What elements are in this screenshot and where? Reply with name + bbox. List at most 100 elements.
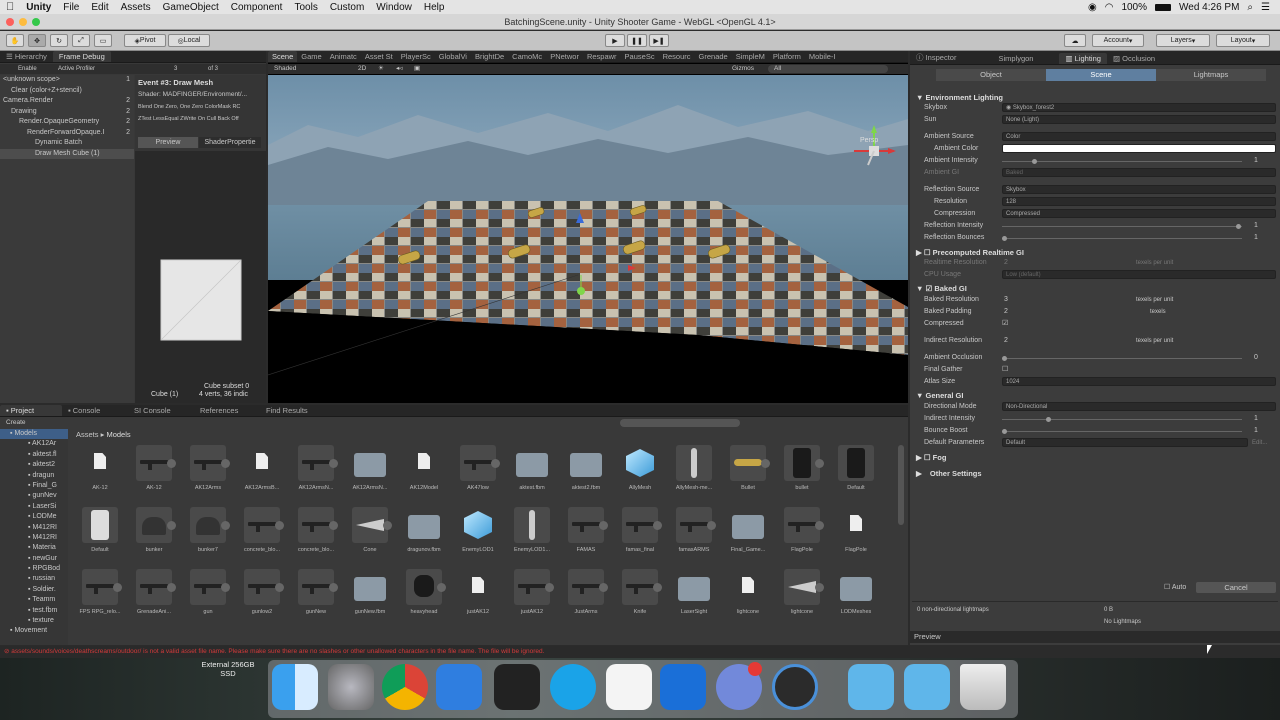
list-icon[interactable]: ☰ [1261,2,1270,13]
scene-tab[interactable]: Asset St [361,51,397,62]
play-preview-icon[interactable] [599,521,608,530]
step-button[interactable]: ▶❚ [649,34,669,47]
ambient-gi-dropdown[interactable]: Baked [1002,168,1276,177]
2d-toggle[interactable]: 2D [358,64,366,74]
event-tree-item[interactable]: Drawing 2 [0,107,134,118]
scene-tab[interactable]: Platform [769,51,805,62]
atlas-size-dropdown[interactable]: 1024 [1002,377,1276,386]
menu-help[interactable]: Help [418,2,451,13]
asset-item[interactable]: bunker [130,507,178,563]
asset-item[interactable]: Default [76,507,124,563]
asset-item[interactable]: AK12ArmsB... [238,445,286,501]
project-tree-item[interactable]: ▪ Final_G [0,481,68,491]
layout-dropdown[interactable]: Layout ▾ [1216,34,1270,47]
ambient-intensity-slider[interactable] [1002,159,1242,164]
play-preview-icon[interactable] [707,521,716,530]
play-preview-icon[interactable] [599,583,608,592]
asset-item[interactable]: gunlow2 [238,569,286,625]
asset-item[interactable]: AK12ArmsN... [292,445,340,501]
bounce-boost-value[interactable]: 1 [1254,426,1258,436]
asset-item[interactable]: AK12Arms [184,445,232,501]
project-tree-item[interactable]: ▪ LaserSi [0,502,68,512]
local-toggle[interactable]: ◎ Local [168,34,210,47]
asset-item[interactable]: famas_final [616,507,664,563]
asset-item[interactable]: famasARMS [670,507,718,563]
ambient-occlusion-value[interactable]: 0 [1254,353,1258,363]
play-preview-icon[interactable] [113,583,122,592]
scale-tool-button[interactable]: ⤢ [72,34,90,47]
menu-window[interactable]: Window [370,2,418,13]
play-preview-icon[interactable] [221,583,230,592]
preview-header[interactable]: Preview [910,631,1280,643]
realtime-res-field[interactable]: 2 [1004,258,1008,268]
chrome-icon[interactable] [382,664,428,710]
scene-tab[interactable]: Resourc [659,51,695,62]
auto-checkbox[interactable]: ☐ Auto [1164,583,1186,591]
scene-tab[interactable]: BrightDe [471,51,508,62]
menu-assets[interactable]: Assets [115,2,157,13]
subtab-lightmaps[interactable]: Lightmaps [1156,69,1266,81]
tab-simplygon[interactable]: Simplygon [992,53,1039,64]
play-preview-icon[interactable] [761,459,770,468]
preview-tab[interactable]: Preview [138,137,198,148]
asset-item[interactable]: aktest.fbm [508,445,556,501]
create-dropdown[interactable]: Create [6,419,26,426]
ambient-intensity-value[interactable]: 1 [1254,156,1258,166]
ambient-occlusion-slider[interactable] [1002,356,1242,361]
scene-tab[interactable]: PNetwor [546,51,583,62]
play-preview-icon[interactable] [221,459,230,468]
trash-icon[interactable] [960,664,1006,710]
indirect-intensity-slider[interactable] [1002,417,1242,422]
finder-icon[interactable] [272,664,318,710]
lighting-toggle-icon[interactable]: ☀ [378,64,384,74]
search-icon[interactable]: ⌕ [1247,2,1253,13]
asset-item[interactable]: AllyMesh-me... [670,445,718,501]
play-preview-icon[interactable] [653,521,662,530]
enable-button[interactable]: Enable [18,64,37,74]
project-scrollbar[interactable] [898,445,904,525]
tab-references[interactable]: References [194,405,260,416]
layers-dropdown[interactable]: Layers ▾ [1156,34,1210,47]
resolution-dropdown[interactable]: 128 [1002,197,1276,206]
skype-icon[interactable] [550,664,596,710]
external-drive-label[interactable]: External 256GB SSD [190,660,266,678]
reflection-bounces-value[interactable]: 1 [1254,233,1258,243]
cloud-icon[interactable]: ☁ [1064,34,1086,47]
project-tree-item[interactable]: ▪ russian [0,574,68,584]
compression-dropdown[interactable]: Compressed [1002,209,1276,218]
asset-item[interactable]: Final_Game... [724,507,772,563]
event-tree-item[interactable]: RenderForwardOpaque.I 2 [0,128,134,139]
fog-header[interactable]: ▶ ☐ Fog [916,453,946,462]
project-tree-item[interactable]: ▪ texture [0,616,68,626]
play-preview-icon[interactable] [329,521,338,530]
project-tree-item[interactable]: ▪ aktest.fl [0,450,68,460]
play-preview-icon[interactable] [275,521,284,530]
asset-item[interactable]: FAMAS [562,507,610,563]
asset-item[interactable]: justAK12 [508,569,556,625]
pause-button[interactable]: ❚❚ [627,34,647,47]
asset-item[interactable]: FlagPole [832,507,880,563]
quicktime-icon[interactable] [772,664,818,710]
hand-tool-button[interactable]: ✋ [6,34,24,47]
play-preview-icon[interactable] [167,459,176,468]
close-window-button[interactable] [6,18,14,26]
asset-item[interactable]: heavyhead [400,569,448,625]
ambient-source-dropdown[interactable]: Color [1002,132,1276,141]
other-settings-header[interactable]: ▶ Other Settings [916,469,982,478]
edit-params-button[interactable]: Edit... [1252,438,1267,448]
teamviewer-icon[interactable] [660,664,706,710]
app-menu[interactable]: Unity [20,2,57,13]
menu-custom[interactable]: Custom [324,2,370,13]
scene-tab[interactable]: Game [297,51,325,62]
asset-item[interactable]: dragunov.fbm [400,507,448,563]
environment-lighting-header[interactable]: ▼ Environment Lighting [916,93,1003,102]
asset-item[interactable]: justAK12 [454,569,502,625]
play-preview-icon[interactable] [275,583,284,592]
final-gather-checkbox[interactable]: ☐ [1002,365,1008,375]
project-tree-item[interactable]: ▪ Materia [0,543,68,553]
battery-percent[interactable]: 100% [1121,2,1147,13]
play-preview-icon[interactable] [815,521,824,530]
asset-item[interactable]: JustArms [562,569,610,625]
play-preview-icon[interactable] [545,583,554,592]
play-preview-icon[interactable] [329,583,338,592]
